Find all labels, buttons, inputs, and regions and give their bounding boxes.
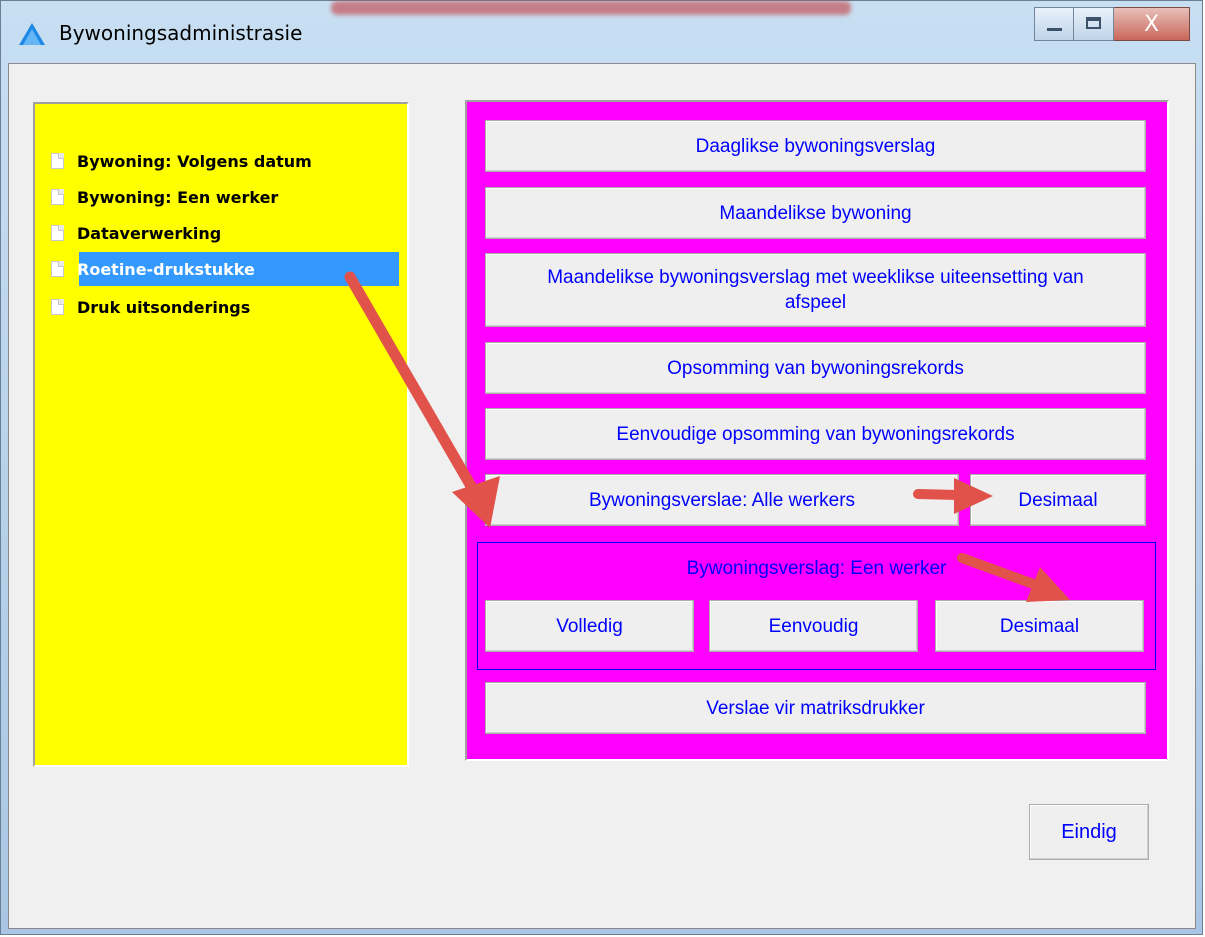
close-icon: X: [1143, 12, 1160, 37]
close-button[interactable]: X: [1114, 7, 1190, 41]
monthly-weekly-report-button[interactable]: Maandelikse bywoningsverslag met weeklik…: [485, 253, 1146, 327]
maximize-button[interactable]: [1074, 7, 1114, 41]
tree-item-label: Roetine-drukstukke: [77, 259, 255, 279]
document-icon: [51, 299, 64, 315]
navigation-tree: Bywoning: Volgens datum Bywoning: Een we…: [33, 102, 409, 767]
app-logo-icon: [19, 23, 45, 45]
monthly-attendance-button[interactable]: Maandelikse bywoning: [485, 187, 1146, 239]
reports-panel: Daaglikse bywoningsverslag Maandelikse b…: [465, 100, 1169, 761]
checked-document-icon: [51, 261, 64, 277]
document-icon: [51, 225, 64, 241]
simple-summary-button[interactable]: Eenvoudige opsomming van bywoningsrekord…: [485, 408, 1146, 460]
document-icon: [51, 189, 64, 205]
tree-item-dataverwerking[interactable]: Dataverwerking: [45, 216, 405, 250]
end-button[interactable]: Eindig: [1029, 804, 1149, 860]
minimize-icon: [1047, 28, 1062, 31]
tree-item-label: Dataverwerking: [77, 223, 222, 243]
one-worker-group: Bywoningsverslag: Een werker Volledig Ee…: [477, 542, 1156, 670]
window-controls: X: [1034, 7, 1190, 43]
minimize-button[interactable]: [1034, 7, 1074, 41]
tree-item-label: Bywoning: Een werker: [77, 187, 279, 207]
client-area: Bywoning: Volgens datum Bywoning: Een we…: [8, 63, 1196, 929]
tree-item-volgens-datum[interactable]: Bywoning: Volgens datum: [45, 144, 405, 178]
one-worker-decimal-button[interactable]: Desimaal: [935, 600, 1144, 652]
document-icon: [51, 153, 64, 169]
tree-item-druk-uitsonderings[interactable]: Druk uitsonderings: [45, 290, 405, 324]
window-title: Bywoningsadministrasie: [59, 21, 303, 45]
tree-item-label: Druk uitsonderings: [77, 297, 251, 317]
matrix-printer-reports-button[interactable]: Verslae vir matriksdrukker: [485, 682, 1146, 734]
background-blur-decoration: [331, 1, 851, 15]
attendance-summary-button[interactable]: Opsomming van bywoningsrekords: [485, 342, 1146, 394]
daily-report-button[interactable]: Daaglikse bywoningsverslag: [485, 120, 1146, 172]
tree-item-label: Bywoning: Volgens datum: [77, 151, 312, 171]
all-workers-report-button[interactable]: Bywoningsverslae: Alle werkers: [485, 474, 959, 526]
all-workers-decimal-button[interactable]: Desimaal: [970, 474, 1146, 526]
maximize-icon: [1086, 17, 1101, 29]
full-report-button[interactable]: Volledig: [485, 600, 694, 652]
app-window: Bywoningsadministrasie X Bywoning: Volge…: [0, 0, 1203, 935]
tree-item-roetine-drukstukke[interactable]: Roetine-drukstukke: [45, 252, 399, 286]
simple-report-button[interactable]: Eenvoudig: [709, 600, 918, 652]
one-worker-group-label: Bywoningsverslag: Een werker: [686, 558, 947, 579]
title-bar[interactable]: Bywoningsadministrasie X: [1, 1, 1202, 63]
tree-item-een-werker[interactable]: Bywoning: Een werker: [45, 180, 405, 214]
